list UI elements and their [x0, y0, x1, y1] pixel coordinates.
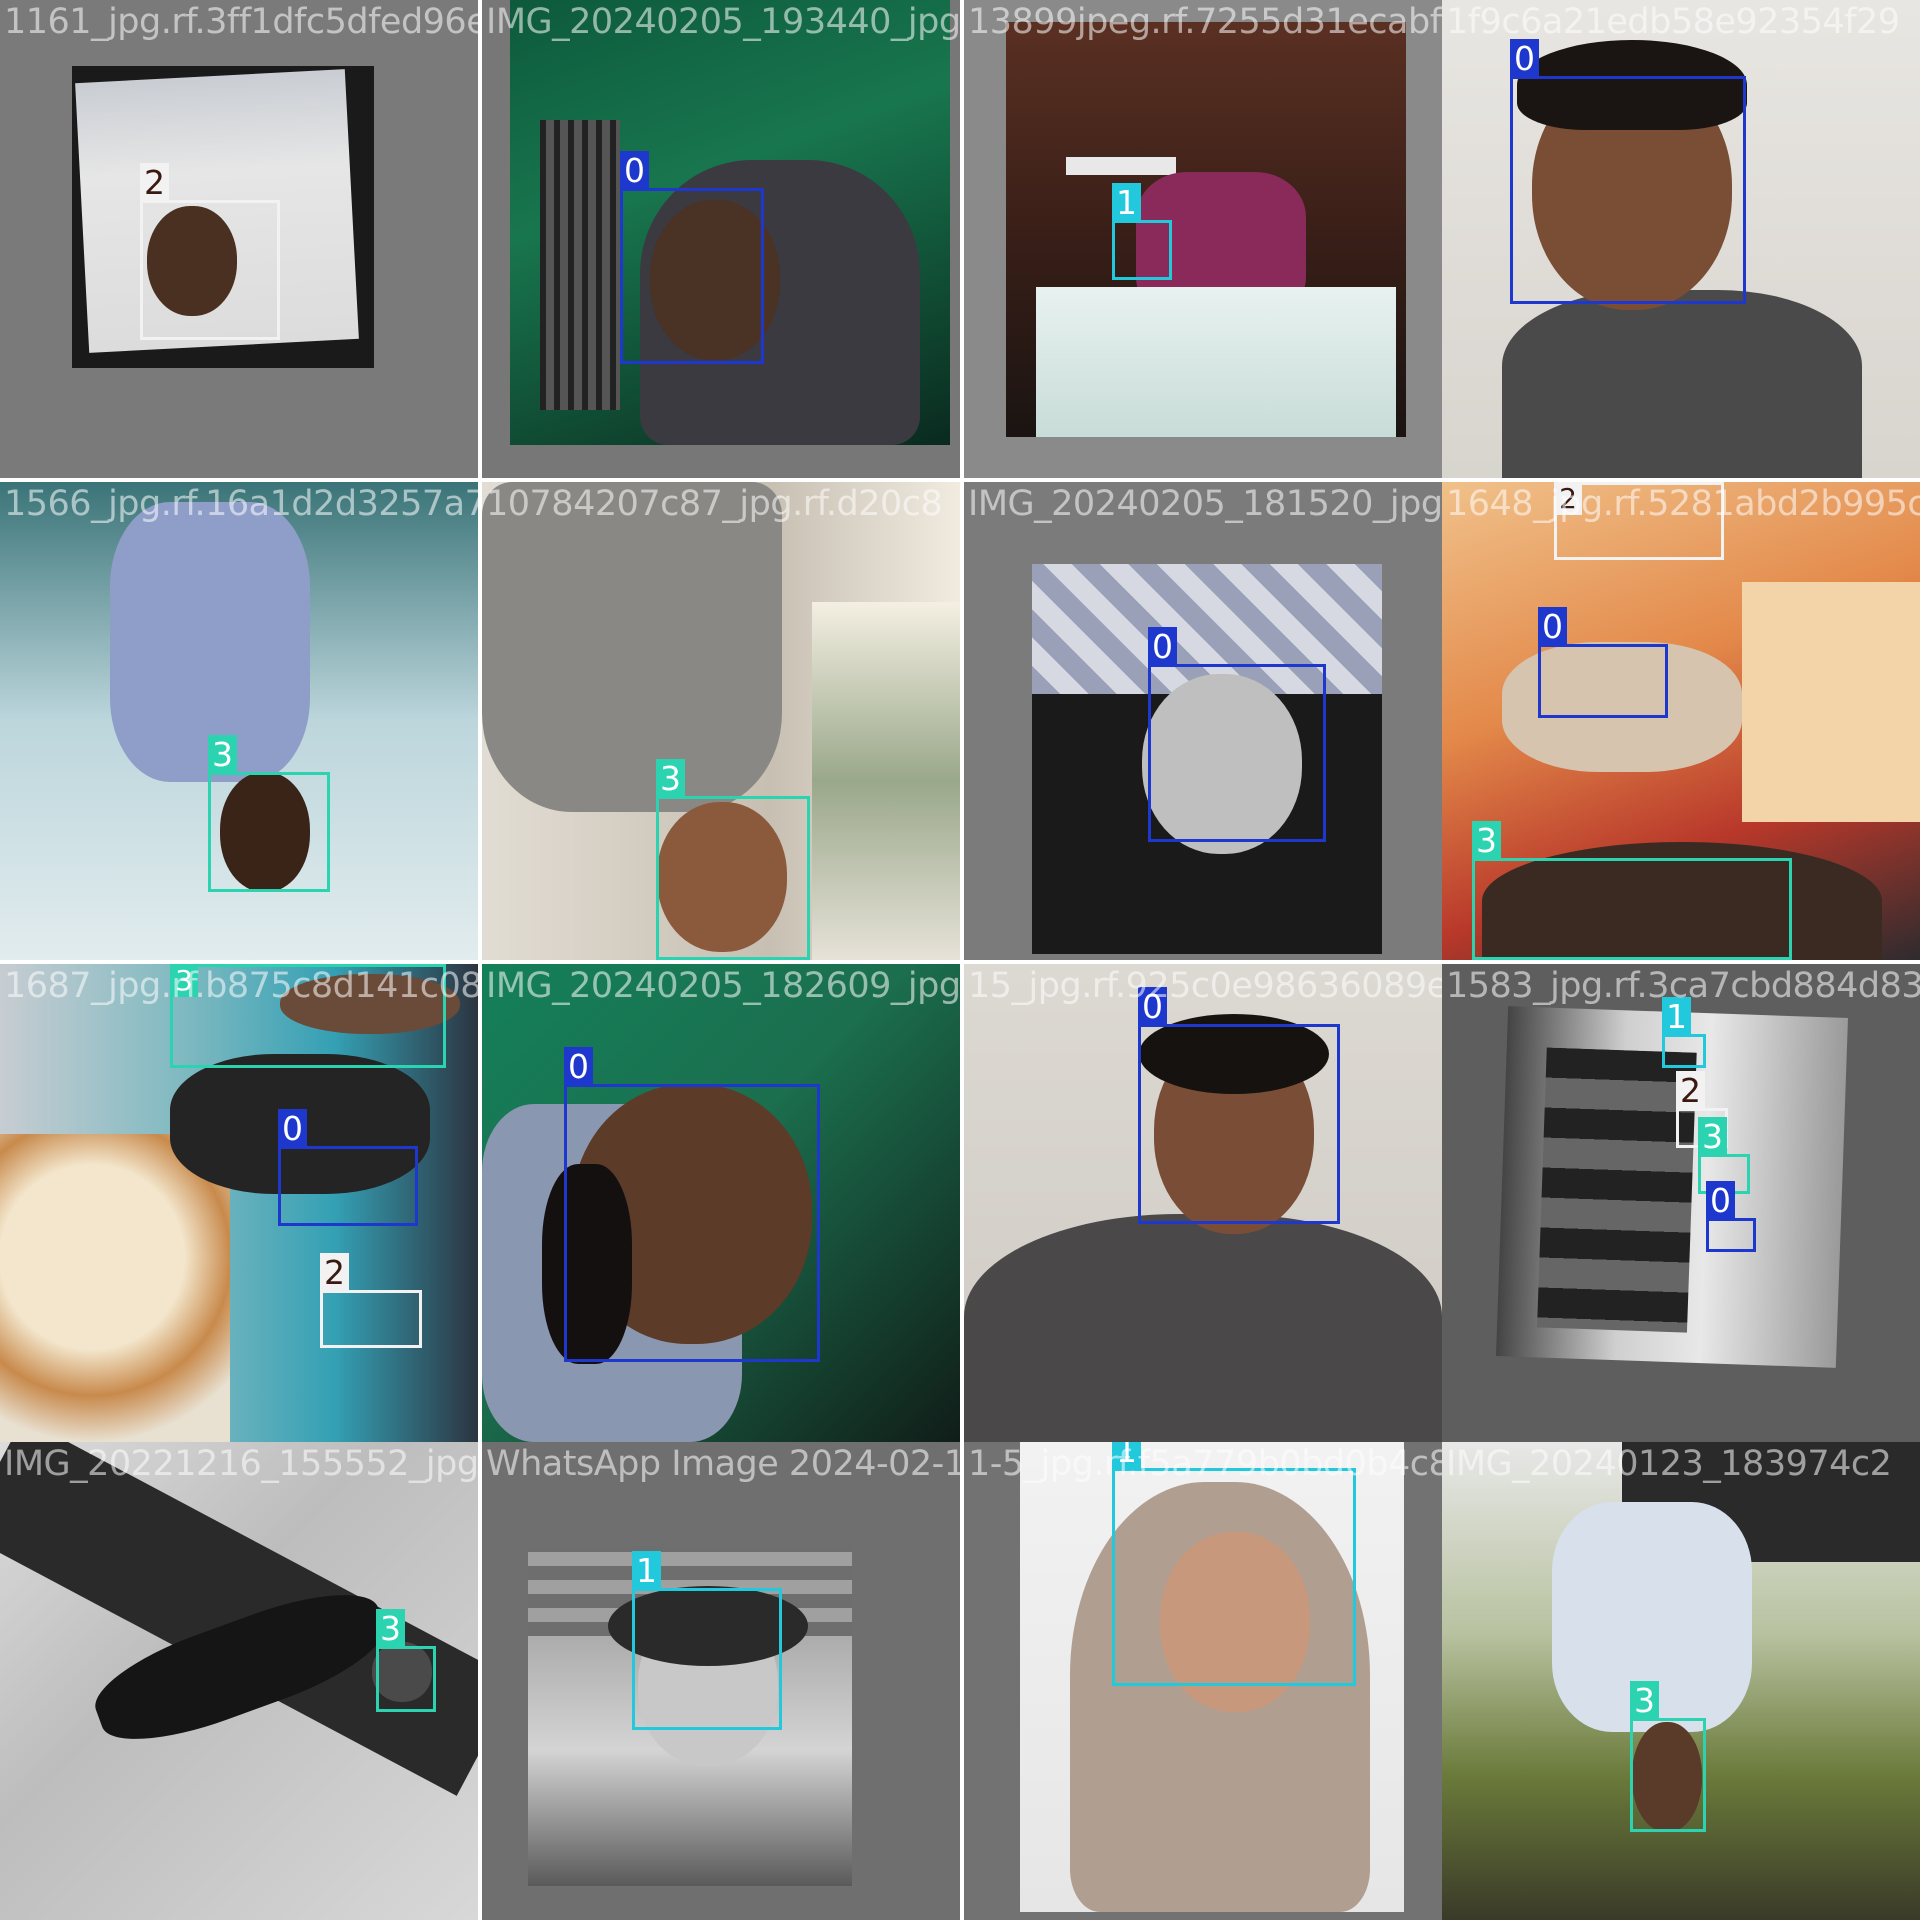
class-label: 3 [1698, 1117, 1727, 1157]
tile-filename: 1-5_jpg.rf.f5a779b0bd0b4c87 [968, 1444, 1442, 1484]
tile-filename: 1566_jpg.rf.16a1d2d3257a76 [4, 484, 478, 524]
tile-14: WhatsApp Image 2024-02-14 at 1 1 [482, 1442, 960, 1920]
class-label: 0 [1510, 39, 1539, 79]
detection-box: 0 [564, 1047, 820, 1362]
tile-filename: IMG_20240123_183974c2 [1446, 1444, 1892, 1484]
class-label: 3 [1472, 821, 1501, 861]
detection-box: 0 [1138, 987, 1340, 1224]
class-label: 3 [208, 735, 237, 775]
tile-filename: 1583_jpg.rf.3ca7cbd884d831 [1446, 966, 1920, 1006]
tile-filename: 13899jpeg.rf.7255d31ecabfcb [968, 2, 1442, 42]
tile-filename: 1f9c6a21edb58e92354f29 [1446, 2, 1900, 42]
detection-box: 3 [1472, 821, 1792, 960]
class-label: 0 [1538, 607, 1567, 647]
class-label: 0 [1706, 1181, 1735, 1221]
tile-photo [1006, 22, 1406, 437]
class-label: 2 [320, 1253, 349, 1293]
tile-8: 1648_jpg.rf.5281abd2b995c 2 0 3 [1442, 482, 1920, 960]
detection-box: 0 [620, 151, 764, 364]
tile-photo [1442, 1442, 1920, 1920]
tile-filename: WhatsApp Image 2024-02-14 at 1 [486, 1444, 960, 1484]
tile-filename: 1687_jpg.rf.b875c8d141c08d [4, 966, 478, 1006]
class-label: 2 [140, 163, 169, 203]
tile-1: 1161_jpg.rf.3ff1dfc5dfed96ee 2 [0, 0, 478, 478]
tile-filename: IMG_20240205_182609_jpg [486, 966, 960, 1006]
detection-box: 0 [278, 1109, 418, 1226]
tile-filename: IMG_20240205_181520_jpg [968, 484, 1442, 524]
detection-box: 2 [140, 163, 280, 340]
tile-10: IMG_20240205_182609_jpg 0 [482, 964, 960, 1442]
tile-filename: IMG_20221216_155552_jpg [4, 1444, 478, 1484]
tile-16: IMG_20240123_183974c2 3 [1442, 1442, 1920, 1920]
class-label: 1 [632, 1551, 661, 1591]
detection-box: 3 [1630, 1681, 1706, 1832]
class-label: 3 [656, 759, 685, 799]
tile-5: 1566_jpg.rf.16a1d2d3257a76 3 [0, 482, 478, 960]
tile-13: IMG_20221216_155552_jpg 3 [0, 1442, 478, 1920]
detection-box: 3 [656, 759, 810, 960]
tile-7: IMG_20240205_181520_jpg 0 [964, 482, 1442, 960]
detection-box: 2 [320, 1253, 422, 1348]
tile-9: 1687_jpg.rf.b875c8d141c08d 3 0 2 [0, 964, 478, 1442]
detection-box: 1 [1112, 183, 1172, 280]
class-label: 0 [278, 1109, 307, 1149]
tile-2: IMG_20240205_193440_jpg 0 [482, 0, 960, 478]
tile-15: 1-5_jpg.rf.f5a779b0bd0b4c87 1 [964, 1442, 1442, 1920]
detection-box: 1 [632, 1551, 782, 1730]
tile-12: 1583_jpg.rf.3ca7cbd884d831 1 2 3 0 [1442, 964, 1920, 1442]
detection-box: 3 [376, 1609, 436, 1712]
tile-filename: 1648_jpg.rf.5281abd2b995c [1446, 484, 1920, 524]
class-label: 0 [1148, 627, 1177, 667]
detection-box: 0 [1706, 1181, 1756, 1252]
class-label: 0 [564, 1047, 593, 1087]
detection-box: 0 [1538, 607, 1668, 718]
detection-box: 1 [1662, 997, 1706, 1068]
class-label: 3 [376, 1609, 405, 1649]
class-label: 2 [1676, 1071, 1705, 1111]
tile-4: 1f9c6a21edb58e92354f29 0 [1442, 0, 1920, 478]
tile-filename: IMG_20240205_193440_jpg [486, 2, 960, 42]
mosaic-grid: 1161_jpg.rf.3ff1dfc5dfed96ee 2 IMG_20240… [0, 0, 1920, 1920]
class-label: 0 [620, 151, 649, 191]
tile-3: 13899jpeg.rf.7255d31ecabfcb 1 [964, 0, 1442, 478]
tile-filename: 1161_jpg.rf.3ff1dfc5dfed96ee [4, 2, 478, 42]
detection-box: 0 [1510, 39, 1746, 304]
detection-box: 3 [208, 735, 330, 892]
tile-6: 10784207c87_jpg.rf.d20c8 3 [482, 482, 960, 960]
class-label: 1 [1112, 183, 1141, 223]
tile-filename: 10784207c87_jpg.rf.d20c8 [486, 484, 943, 524]
tile-filename: 15_jpg.rf.925c0e98636089e7 [968, 966, 1442, 1006]
detection-box: 1 [1112, 1442, 1356, 1686]
tile-11: 15_jpg.rf.925c0e98636089e7 0 [964, 964, 1442, 1442]
detection-box: 0 [1148, 627, 1326, 842]
class-label: 3 [1630, 1681, 1659, 1721]
